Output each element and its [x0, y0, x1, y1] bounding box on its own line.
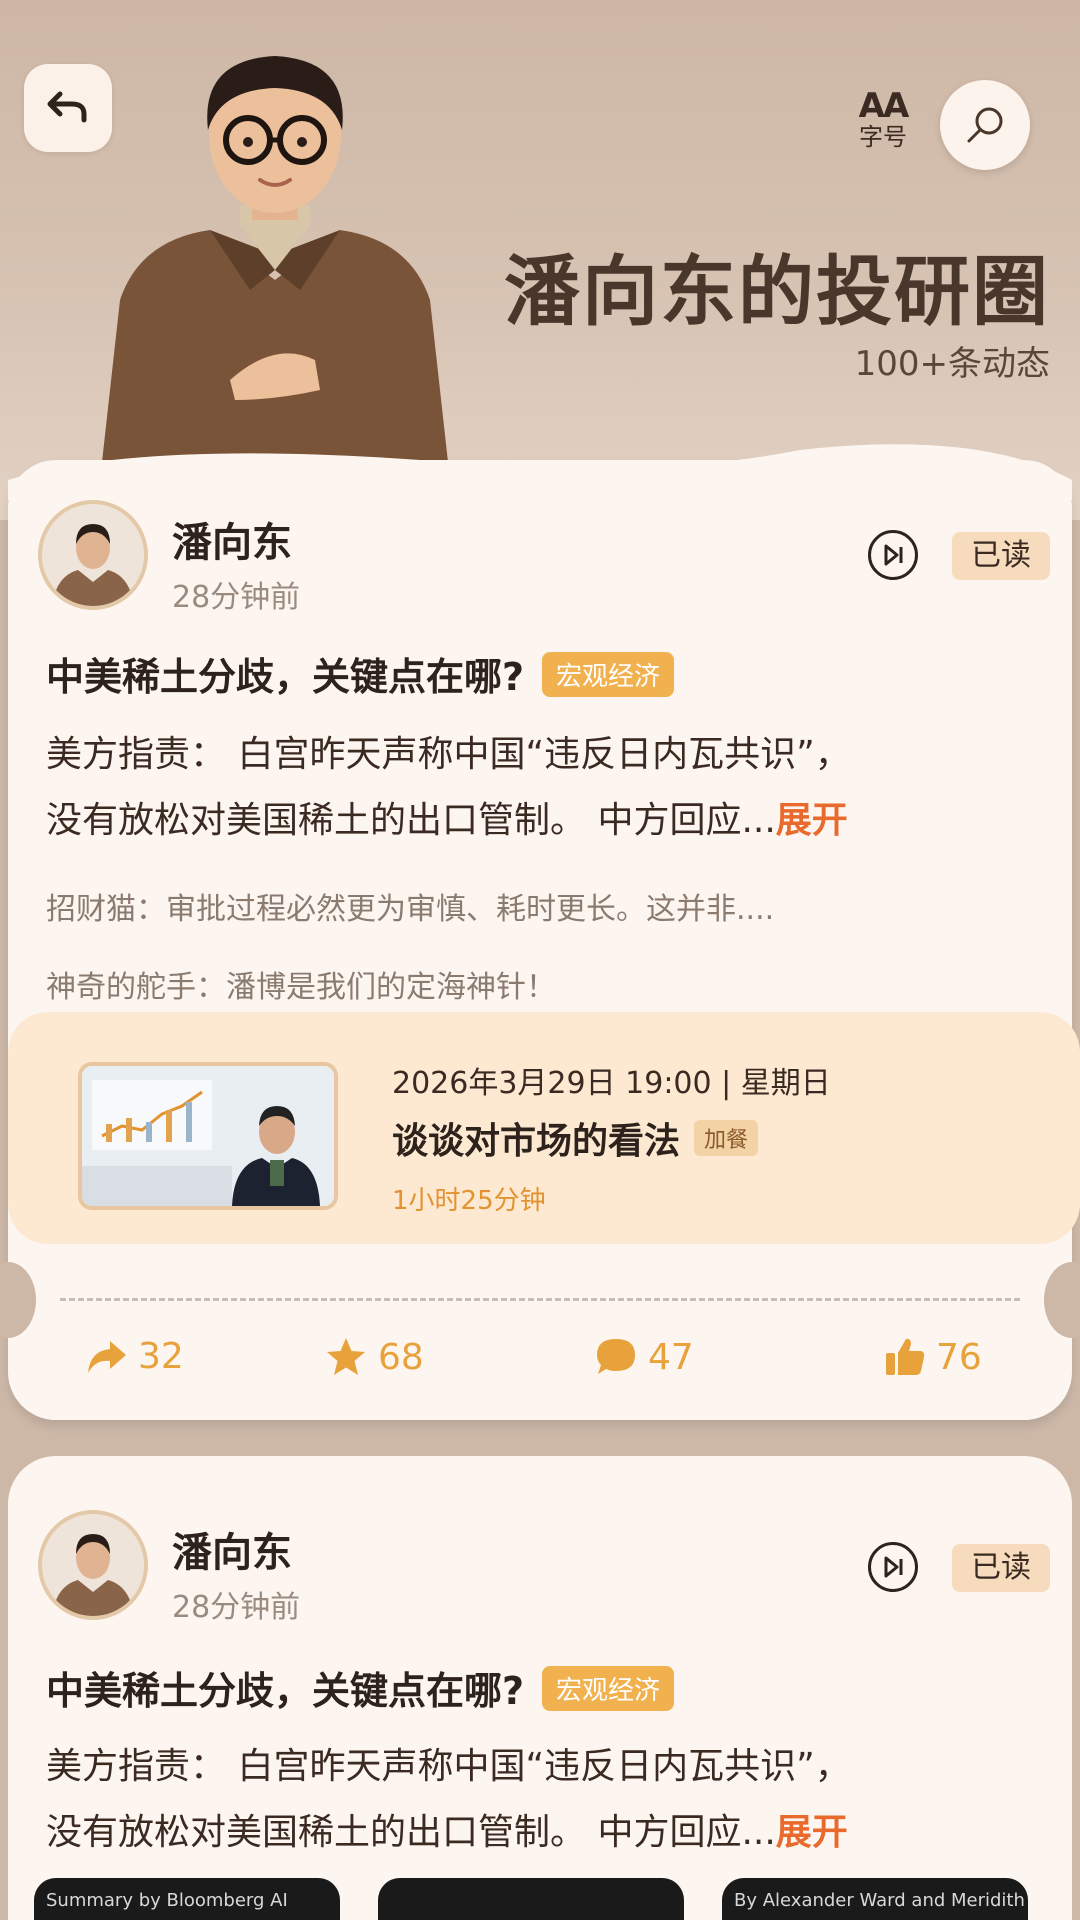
share-icon — [88, 1340, 126, 1373]
back-arrow-icon — [47, 91, 87, 123]
font-size-button[interactable]: AA 字号 — [848, 88, 918, 158]
play-audio-icon[interactable] — [868, 1542, 918, 1592]
avatar[interactable] — [38, 1510, 148, 1620]
post-body-line: 美方指责： 白宫昨天声称中国“违反日内瓦共识”， — [46, 734, 851, 775]
comment-count: 47 — [648, 1336, 694, 1378]
divider — [60, 1298, 1020, 1301]
read-status-badge: 已读 — [952, 1544, 1050, 1592]
post-time: 28分钟前 — [172, 580, 301, 615]
live-thumbnail[interactable] — [78, 1062, 338, 1210]
favorite-count: 68 — [378, 1336, 424, 1378]
post-body: 美方指责： 白宫昨天声称中国“违反日内瓦共识”， 没有放松对美国稀土的出口管制。… — [46, 1734, 1036, 1866]
post-body-line: 没有放松对美国稀土的出口管制。 中方回应... — [46, 800, 776, 841]
comment-icon — [597, 1339, 635, 1374]
article-thumbnail[interactable]: By Alexander Ward and Meridith M — [722, 1878, 1028, 1920]
back-button[interactable] — [24, 64, 112, 152]
thumbs-up-icon — [886, 1338, 925, 1375]
post-time: 28分钟前 — [172, 1590, 301, 1625]
font-size-icon: AA — [858, 86, 910, 126]
search-button[interactable] — [940, 80, 1030, 170]
live-title-text: 谈谈对市场的看法 — [392, 1121, 681, 1162]
post-body: 美方指责： 白宫昨天声称中国“违反日内瓦共识”， 没有放松对美国稀土的出口管制。… — [46, 722, 1036, 854]
avatar-portrait — [42, 504, 144, 606]
play-audio-icon[interactable] — [868, 530, 918, 580]
live-thumbnail-image — [82, 1066, 334, 1206]
read-status-badge: 已读 — [952, 532, 1050, 580]
expand-link[interactable]: 展开 — [776, 800, 848, 841]
host-illustration — [100, 56, 450, 480]
avatar[interactable] — [38, 500, 148, 610]
live-date: 2026年3月29日 19:00 | 星期日 — [392, 1066, 831, 1101]
post-title[interactable]: 中美稀土分歧，关键点在哪? 宏观经济 — [46, 1660, 675, 1715]
expand-link[interactable]: 展开 — [776, 1812, 848, 1853]
live-title: 谈谈对市场的看法 加餐 — [392, 1112, 759, 1164]
article-thumbnail[interactable] — [378, 1878, 684, 1920]
post-title-text: 中美稀土分歧，关键点在哪? — [46, 1669, 525, 1713]
comment-preview[interactable]: 招财猫：审批过程必然更为审慎、耗时更长。这并非.... — [46, 884, 774, 928]
avatar-portrait — [42, 1514, 144, 1616]
post-body-line: 美方指责： 白宫昨天声称中国“违反日内瓦共识”， — [46, 1746, 851, 1787]
article-thumbnail[interactable]: Summary by Bloomberg AI — [34, 1878, 340, 1920]
post-title-text: 中美稀土分歧，关键点在哪? — [46, 655, 525, 699]
font-size-label: 字号 — [859, 123, 907, 151]
share-count: 32 — [138, 1336, 184, 1377]
live-duration: 1小时25分钟 — [392, 1186, 546, 1216]
author-name[interactable]: 潘向东 — [172, 510, 292, 568]
post-card — [8, 460, 1072, 1420]
category-tag[interactable]: 宏观经济 — [542, 652, 675, 697]
post-count: 100+条动态 — [854, 344, 1050, 384]
post-title[interactable]: 中美稀土分歧，关键点在哪? 宏观经济 — [46, 646, 675, 701]
like-count: 76 — [936, 1336, 982, 1378]
post-body-line: 没有放松对美国稀土的出口管制。 中方回应... — [46, 1812, 776, 1853]
author-name[interactable]: 潘向东 — [172, 1520, 292, 1578]
live-extra-tag: 加餐 — [694, 1120, 759, 1156]
share-button[interactable]: 32 — [86, 1336, 184, 1377]
star-icon — [327, 1338, 365, 1375]
comment-preview[interactable]: 神奇的舵手：潘博是我们的定海神针！ — [46, 962, 556, 1006]
favorite-button[interactable]: 68 — [324, 1336, 424, 1378]
comment-button[interactable]: 47 — [594, 1336, 694, 1378]
category-tag[interactable]: 宏观经济 — [542, 1666, 675, 1711]
search-icon — [967, 107, 1003, 143]
card-top-wave — [8, 444, 1072, 500]
page-title: 潘向东的投研圈 — [504, 247, 1050, 336]
like-button[interactable]: 76 — [884, 1336, 982, 1378]
